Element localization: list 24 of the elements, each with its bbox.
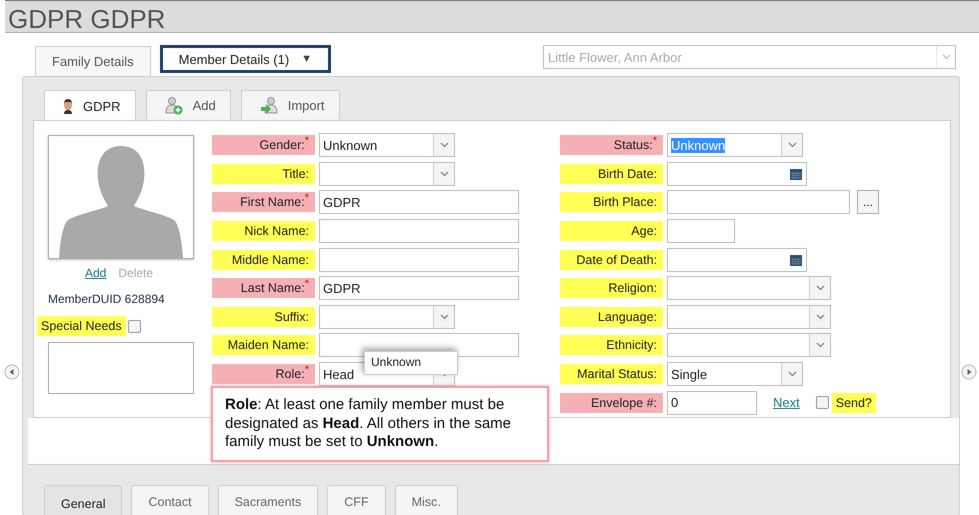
field-label: Religion: [560, 278, 663, 298]
field-label: Maiden Name: [212, 335, 315, 356]
field-label: Birth Place: [560, 192, 663, 212]
role-tooltip: Role: At least one family member must be designated as Head. All others in the same family must be set to Unknown. [211, 386, 549, 462]
field-label: Role:$^{*}$ [212, 364, 315, 384]
field-label: Middle Name: [212, 250, 315, 270]
field-label: Ethnicity: [560, 335, 663, 356]
member-duid: MemberDUID 628894 [48, 292, 165, 306]
page-title: GDPR GDPR [8, 6, 166, 32]
field-label: Title: [212, 164, 315, 184]
field-label: First Name:$^{*}$ [212, 192, 315, 212]
field-label: Marital Status: [560, 364, 663, 384]
field-label: Gender:$^{*}$ [212, 135, 315, 156]
field-label: Date of Death: [560, 250, 663, 270]
field-label: Suffix: [212, 306, 315, 327]
field-label: Nick Name: [212, 221, 315, 242]
field-label: Last Name:$^{*}$ [212, 278, 315, 298]
field-label: Language: [560, 306, 663, 327]
send-label: Send? [832, 392, 876, 413]
field-label: Status:$^{*}$ [560, 135, 663, 156]
field-label: Envelope #: [560, 392, 663, 413]
special-needs-label: Special Needs [37, 316, 126, 336]
field-label: Age: [560, 221, 663, 242]
field-label: Birth Date: [560, 164, 663, 184]
